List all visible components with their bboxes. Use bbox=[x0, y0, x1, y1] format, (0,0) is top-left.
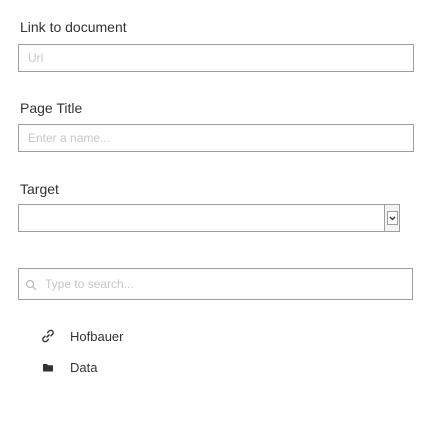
page-title-label: Page Title bbox=[20, 100, 83, 116]
search-icon bbox=[25, 279, 37, 291]
target-dropdown-toggle[interactable] bbox=[384, 205, 399, 231]
tree-item-data[interactable]: Data bbox=[40, 357, 97, 377]
chevron-down-icon bbox=[389, 216, 396, 221]
tree-item-hofbauer[interactable]: Hofbauer bbox=[40, 326, 123, 346]
search-input[interactable] bbox=[41, 269, 409, 299]
page-title-input[interactable] bbox=[18, 124, 414, 152]
tree-item-label: Hofbauer bbox=[70, 328, 124, 344]
search-box[interactable] bbox=[18, 268, 413, 300]
target-select[interactable] bbox=[18, 204, 400, 232]
folder-icon bbox=[43, 364, 53, 372]
link-icon bbox=[42, 329, 54, 343]
link-to-document-label: Link to document bbox=[20, 19, 127, 35]
tree-item-label: Data bbox=[70, 359, 98, 375]
url-input[interactable] bbox=[18, 44, 414, 72]
target-label: Target bbox=[20, 181, 59, 197]
